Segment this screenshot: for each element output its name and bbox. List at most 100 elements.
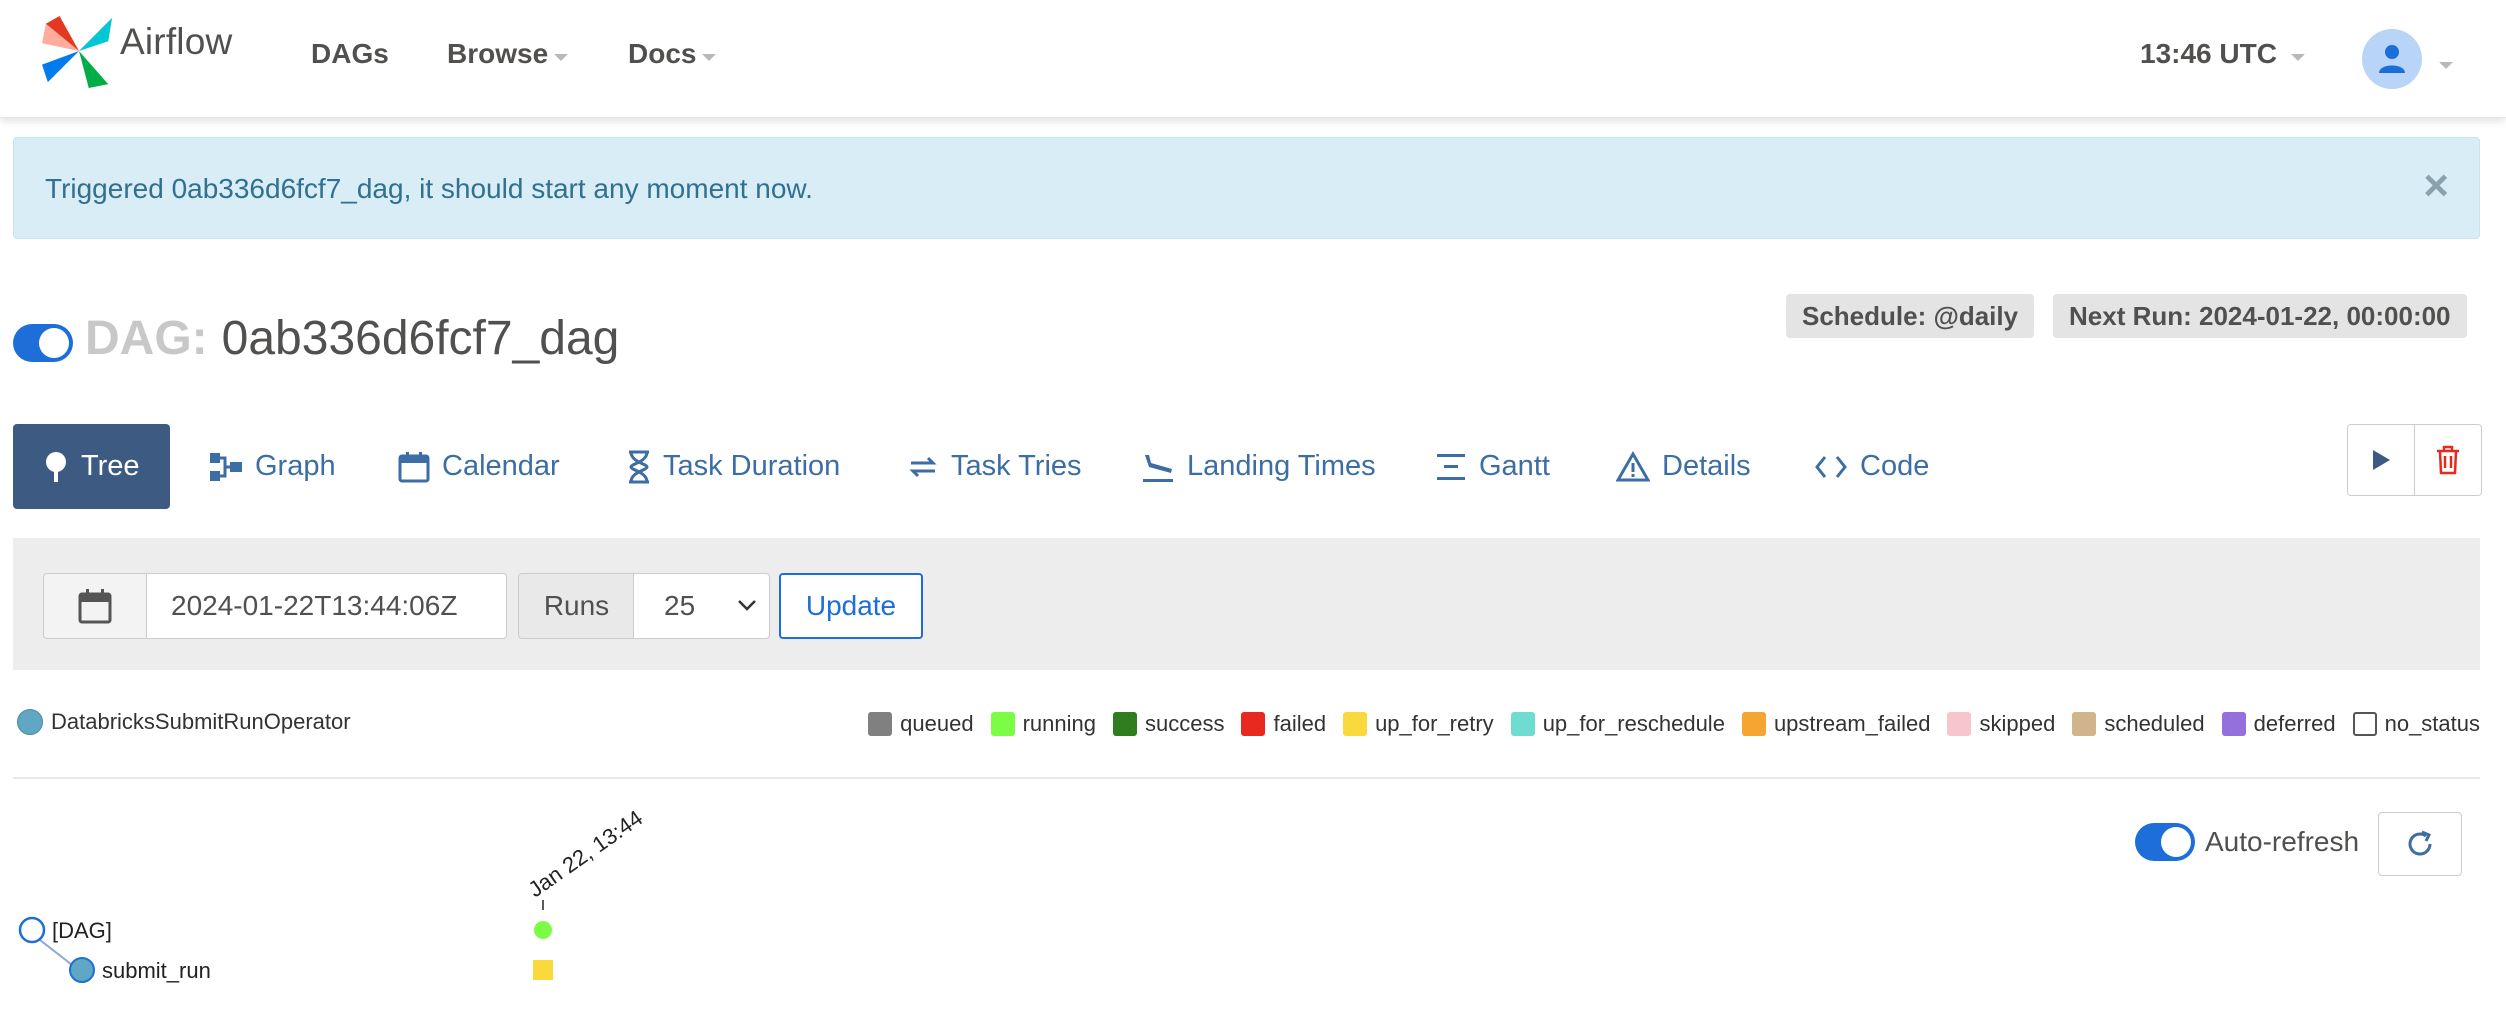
nav-dags[interactable]: DAGs bbox=[311, 38, 389, 70]
legend-swatch bbox=[1510, 712, 1535, 736]
legend-label: deferred bbox=[2253, 711, 2336, 736]
user-avatar[interactable] bbox=[2362, 29, 2422, 89]
tab-code[interactable]: Code bbox=[1814, 424, 1929, 509]
next-run-text: Next Run: 2024-01-22, 00:00:00 bbox=[2069, 300, 2451, 331]
tree-node-submit-run[interactable]: submit_run bbox=[69, 957, 211, 983]
schedule-badge: Schedule: @daily bbox=[1786, 294, 2035, 338]
legend-swatch bbox=[1241, 712, 1266, 736]
dag-id: 0ab336d6fcf7_dag bbox=[221, 312, 620, 365]
tab-landing-times[interactable]: Landing Times bbox=[1141, 424, 1376, 509]
dag-pause-toggle[interactable] bbox=[13, 324, 73, 362]
update-button[interactable]: Update bbox=[779, 573, 923, 639]
task-node-circle bbox=[69, 957, 95, 983]
calendar-icon bbox=[398, 451, 430, 482]
brand-name: Airflow bbox=[120, 21, 233, 62]
legend-swatch bbox=[1741, 712, 1766, 736]
refresh-icon bbox=[2408, 830, 2432, 856]
navbar: Airflow DAGs Browse Docs 13:46 UTC bbox=[0, 0, 2506, 118]
divider bbox=[13, 777, 2480, 779]
operator-color-swatch bbox=[17, 709, 43, 735]
hourglass-icon bbox=[629, 450, 649, 483]
dag-run-status-circle[interactable] bbox=[534, 921, 552, 939]
tree-controls: 2024-01-22T13:44:06Z Runs 25 Update bbox=[13, 538, 2480, 670]
nav-browse-menu[interactable]: Browse bbox=[447, 38, 569, 70]
runs-label: Runs bbox=[518, 573, 635, 639]
legend-item-success: success bbox=[1112, 711, 1224, 737]
nav-docs-label: Docs bbox=[628, 38, 697, 69]
tab-code-label: Code bbox=[1860, 450, 1930, 482]
repeat-icon bbox=[909, 456, 937, 477]
calendar-icon bbox=[78, 589, 112, 624]
legend-swatch bbox=[1112, 712, 1137, 736]
tab-landing-times-label: Landing Times bbox=[1187, 450, 1376, 482]
runs-label-text: Runs bbox=[543, 590, 610, 621]
task-instance-status-square[interactable] bbox=[533, 960, 553, 980]
tab-tree-label: Tree bbox=[81, 450, 140, 482]
legend: DatabricksSubmitRunOperator queued runnin… bbox=[13, 705, 2480, 755]
airflow-logo-link[interactable]: Airflow bbox=[40, 14, 232, 88]
num-runs-value: 25 bbox=[664, 590, 696, 621]
tab-tree[interactable]: Tree bbox=[13, 424, 170, 509]
play-icon bbox=[2373, 450, 2390, 470]
tab-task-tries[interactable]: Task Tries bbox=[907, 424, 1082, 509]
toggle-knob bbox=[39, 328, 69, 358]
operator-name: DatabricksSubmitRunOperator bbox=[51, 709, 351, 734]
tab-task-duration[interactable]: Task Duration bbox=[627, 424, 840, 509]
nav-dags-label: DAGs bbox=[311, 38, 389, 69]
legend-swatch bbox=[2221, 712, 2246, 736]
dag-node-label: [DAG] bbox=[52, 918, 112, 943]
tree-icon bbox=[46, 451, 66, 482]
legend-label: no_status bbox=[2384, 711, 2480, 736]
toggle-knob bbox=[2161, 827, 2191, 857]
legend-swatch bbox=[2352, 712, 2377, 736]
airflow-pinwheel-logo-icon bbox=[42, 15, 113, 88]
trigger-dag-button[interactable] bbox=[2347, 424, 2415, 496]
base-date-input[interactable]: 2024-01-22T13:44:06Z bbox=[146, 573, 507, 639]
page-title: DAG: 0ab336d6fcf7_dag bbox=[85, 311, 619, 366]
dag-node-circle bbox=[18, 916, 46, 944]
tab-calendar-label: Calendar bbox=[442, 450, 560, 482]
legend-label: failed bbox=[1273, 711, 1327, 736]
refresh-button[interactable] bbox=[2378, 812, 2462, 876]
tab-task-tries-label: Task Tries bbox=[951, 450, 1082, 482]
legend-swatch bbox=[1343, 712, 1368, 736]
trash-icon bbox=[2437, 445, 2459, 475]
chevron-down-icon bbox=[554, 53, 569, 61]
tab-gantt[interactable]: Gantt bbox=[1435, 424, 1550, 509]
legend-swatch bbox=[990, 712, 1015, 736]
user-menu-chevron-icon[interactable] bbox=[2439, 62, 2453, 69]
date-picker-button[interactable] bbox=[43, 573, 147, 639]
tab-graph-label: Graph bbox=[255, 450, 336, 482]
legend-item-scheduled: scheduled bbox=[2072, 711, 2205, 737]
auto-refresh-toggle[interactable] bbox=[2135, 823, 2195, 861]
legend-label: up_for_reschedule bbox=[1542, 711, 1725, 736]
legend-swatch bbox=[868, 712, 893, 736]
plane-landing-icon bbox=[1143, 454, 1173, 482]
run-date-label: Jan 22, 13:44 bbox=[524, 805, 648, 902]
nav-docs-menu[interactable]: Docs bbox=[628, 38, 717, 70]
user-icon bbox=[2379, 45, 2405, 73]
alert-message: Triggered 0ab336d6fcf7_dag, it should st… bbox=[45, 173, 813, 204]
tree-node-dag[interactable]: [DAG] bbox=[18, 916, 112, 944]
trigger-alert: Triggered 0ab336d6fcf7_dag, it should st… bbox=[13, 137, 2480, 239]
tab-details-label: Details bbox=[1662, 450, 1751, 482]
state-legend: queued running success failed up_for_retry up… bbox=[851, 711, 2480, 737]
legend-item-up-for-reschedule: up_for_reschedule bbox=[1510, 711, 1725, 737]
tab-calendar[interactable]: Calendar bbox=[398, 424, 560, 509]
tab-details[interactable]: Details bbox=[1616, 424, 1751, 509]
legend-label: up_for_retry bbox=[1375, 711, 1494, 736]
close-icon[interactable]: × bbox=[2423, 164, 2449, 208]
code-icon bbox=[1815, 455, 1847, 478]
legend-label: scheduled bbox=[2104, 711, 2205, 736]
tab-graph[interactable]: Graph bbox=[209, 424, 336, 509]
legend-label: upstream_failed bbox=[1773, 711, 1931, 736]
base-date-value: 2024-01-22T13:44:06Z bbox=[171, 590, 458, 621]
timezone-menu[interactable]: 13:46 UTC bbox=[2140, 38, 2305, 70]
next-run-badge: Next Run: 2024-01-22, 00:00:00 bbox=[2053, 294, 2467, 338]
num-runs-select[interactable]: 25 bbox=[633, 573, 770, 639]
delete-dag-button[interactable] bbox=[2414, 424, 2482, 496]
operator-legend: DatabricksSubmitRunOperator bbox=[17, 709, 351, 735]
current-time: 13:46 UTC bbox=[2140, 38, 2277, 69]
tab-gantt-label: Gantt bbox=[1479, 450, 1550, 482]
legend-swatch bbox=[1947, 712, 1972, 736]
